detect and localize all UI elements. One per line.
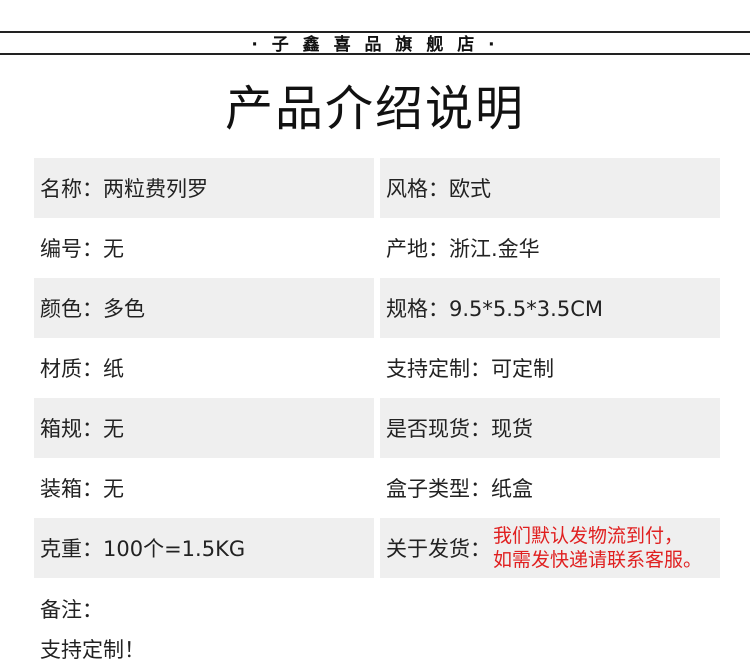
spec-size: 规格：9.5*5.5*3.5CM (380, 278, 720, 338)
spec-shipping: 关于发货： 我们默认发物流到付， 如需发快递请联系客服。 (380, 518, 720, 578)
spec-color-text: 颜色：多色 (40, 297, 145, 321)
shipping-note: 我们默认发物流到付， 如需发快递请联系客服。 (493, 524, 702, 572)
spec-in-stock-text: 是否现货：现货 (386, 417, 533, 441)
spec-material: 材质：纸 (34, 338, 374, 398)
page-title: 产品介绍说明 (224, 81, 525, 137)
shipping-note-line2: 如需发快递请联系客服。 (493, 549, 703, 571)
remarks-text: 支持定制！ (40, 638, 145, 662)
spec-name: 名称：两粒费列罗 (34, 158, 374, 218)
spec-box-type: 盒子类型：纸盒 (380, 458, 720, 518)
spec-size-text: 规格：9.5*5.5*3.5CM (386, 297, 603, 321)
spec-weight: 克重：100个=1.5KG (34, 518, 374, 578)
spec-number: 编号：无 (34, 218, 374, 278)
spec-box-type-text: 盒子类型：纸盒 (386, 477, 533, 501)
banner-bottom-rule (0, 53, 750, 55)
spec-style-text: 风格：欧式 (386, 177, 491, 201)
store-banner: · 子 鑫 喜 品 旗 舰 店 · (0, 0, 750, 60)
spec-carton-text: 箱规：无 (40, 417, 124, 441)
spec-customization: 支持定制：可定制 (380, 338, 720, 398)
spec-color: 颜色：多色 (34, 278, 374, 338)
spec-packing: 装箱：无 (34, 458, 374, 518)
spec-origin-text: 产地：浙江.金华 (386, 237, 540, 261)
spec-weight-text: 克重：100个=1.5KG (40, 537, 246, 561)
spec-customization-text: 支持定制：可定制 (386, 357, 554, 381)
spec-name-text: 名称：两粒费列罗 (40, 177, 208, 201)
spec-carton: 箱规：无 (34, 398, 374, 458)
shipping-note-line1: 我们默认发物流到付， (493, 525, 684, 547)
spec-shipping-label: 关于发货： (386, 537, 491, 561)
store-name: · 子 鑫 喜 品 旗 舰 店 · (251, 34, 499, 55)
remarks-label: 备注： (40, 598, 103, 622)
spec-style: 风格：欧式 (380, 158, 720, 218)
spec-origin: 产地：浙江.金华 (380, 218, 720, 278)
spec-number-text: 编号：无 (40, 237, 124, 261)
spec-material-text: 材质：纸 (40, 357, 124, 381)
spec-packing-text: 装箱：无 (40, 477, 124, 501)
spec-in-stock: 是否现货：现货 (380, 398, 720, 458)
